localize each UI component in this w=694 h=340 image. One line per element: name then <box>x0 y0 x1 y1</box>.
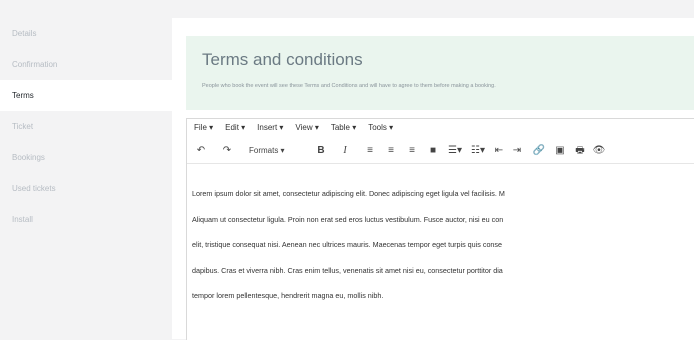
editor-menubar: File ▾ Edit ▾ Insert ▾ View ▾ Table ▾ To… <box>194 123 393 137</box>
formats-dropdown[interactable]: Formats ▾ <box>249 144 299 158</box>
menu-file[interactable]: File ▾ <box>194 123 213 137</box>
rich-text-editor: File ▾ Edit ▾ Insert ▾ View ▾ Table ▾ To… <box>186 118 694 340</box>
redo-icon[interactable]: ↷ <box>220 144 234 158</box>
sidebar-item-terms[interactable]: Terms <box>0 80 172 111</box>
undo-icon[interactable]: ↶ <box>194 144 208 158</box>
content-line-1: Lorem ipsum dolor sit amet, consectetur … <box>192 189 505 198</box>
sidebar-item-bookings[interactable]: Bookings <box>0 142 172 173</box>
content-line-5: tempor lorem pellentesque, hendrerit mag… <box>192 291 384 300</box>
editor-content[interactable]: Lorem ipsum dolor sit amet, consectetur … <box>192 173 692 318</box>
indent-icon[interactable]: ⇥ <box>510 144 524 158</box>
sidebar-item-details[interactable]: Details <box>0 18 172 49</box>
sidebar: Details Confirmation Terms Ticket Bookin… <box>0 18 172 339</box>
page-title: Terms and conditions <box>202 50 363 69</box>
sidebar-item-install[interactable]: Install <box>0 204 172 235</box>
preview-icon[interactable]: 👁 <box>592 144 606 158</box>
menu-tools[interactable]: Tools ▾ <box>368 123 393 137</box>
content-line-4: dapibus. Cras et viverra nibh. Cras enim… <box>192 265 503 275</box>
menu-view[interactable]: View ▾ <box>295 123 318 137</box>
align-right-icon[interactable]: ≡ <box>405 144 419 158</box>
sidebar-item-confirmation[interactable]: Confirmation <box>0 49 172 80</box>
bullet-list-icon[interactable]: ☰▾ <box>446 144 464 158</box>
outdent-icon[interactable]: ⇤ <box>492 144 506 158</box>
numbered-list-icon[interactable]: ☷▾ <box>469 144 487 158</box>
menu-table[interactable]: Table ▾ <box>331 123 356 137</box>
align-justify-icon[interactable]: ■ <box>426 144 440 158</box>
print-icon[interactable]: 🖶 <box>573 144 587 158</box>
bold-icon[interactable]: B <box>315 144 327 158</box>
editor-toolbar: ↶ ↷ Formats ▾ B I ≡ ≡ ≡ ■ ☰▾ ☷▾ ⇤ ⇥ 🔗 ▣ … <box>187 139 694 164</box>
menu-insert[interactable]: Insert ▾ <box>257 123 283 137</box>
italic-icon[interactable]: I <box>339 144 351 158</box>
top-bar <box>0 0 694 18</box>
content-line-2: Aliquam ut consectetur ligula. Proin non… <box>192 214 504 224</box>
page-description: People who book the event will see these… <box>202 83 496 89</box>
menu-edit[interactable]: Edit ▾ <box>225 123 245 137</box>
link-icon[interactable]: 🔗 <box>532 144 546 158</box>
terms-header: Terms and conditions People who book the… <box>186 36 694 110</box>
align-left-icon[interactable]: ≡ <box>363 144 377 158</box>
image-icon[interactable]: ▣ <box>553 144 567 158</box>
sidebar-item-ticket[interactable]: Ticket <box>0 111 172 142</box>
content-line-3: elit, tristique consequat nisi. Aenean n… <box>192 240 503 249</box>
sidebar-item-used-tickets[interactable]: Used tickets <box>0 173 172 204</box>
align-center-icon[interactable]: ≡ <box>384 144 398 158</box>
main-panel: Terms and conditions People who book the… <box>172 18 694 340</box>
